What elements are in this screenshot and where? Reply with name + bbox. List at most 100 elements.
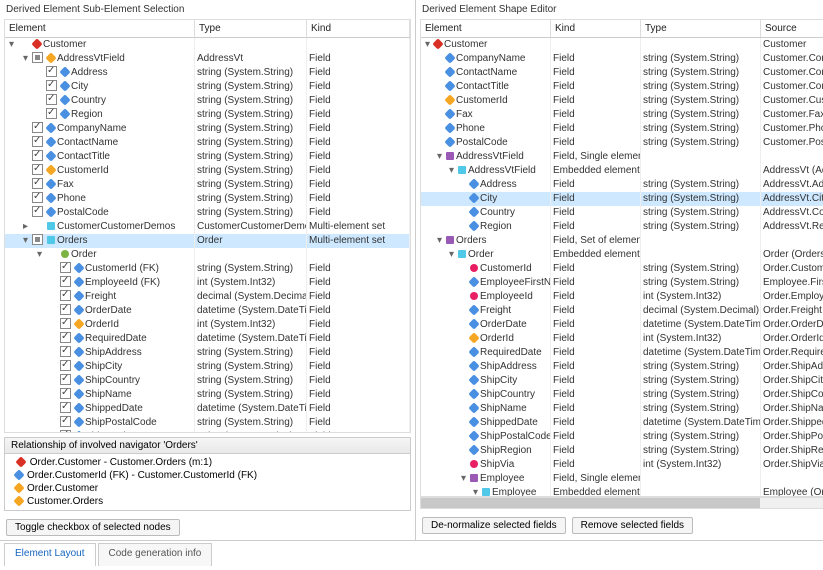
tree-row[interactable]: ContactTitlestring (System.String)Field [5,150,410,164]
tree-row[interactable]: ShipRegionstring (System.String)Field [5,430,410,433]
right-grid[interactable]: Element Kind Type Source ▾CustomerCustom… [420,19,823,497]
tree-row[interactable]: CustomerIdFieldstring (System.String)Ord… [421,262,823,276]
tree-row[interactable]: ▾OrdersField, Set of elements [421,234,823,248]
checkbox[interactable] [60,290,71,301]
tree-row[interactable]: CustomerIdstring (System.String)Field [5,164,410,178]
tree-row[interactable]: ▾EmployeeEmbedded elementEmployee (Order… [421,486,823,497]
tree-row[interactable]: ▾CustomerCustomer [421,38,823,52]
tree-row[interactable]: ContactTitleFieldstring (System.String)C… [421,80,823,94]
checkbox[interactable] [60,262,71,273]
tree-row[interactable]: RequiredDateFielddatetime (System.DateTi… [421,346,823,360]
tree-row[interactable]: OrderDatedatetime (System.DateTime)Field [5,304,410,318]
tree-row[interactable]: ▾EmployeeField, Single element [421,472,823,486]
tree-row[interactable]: ▾OrderEmbedded elementOrder (Orders) [421,248,823,262]
tree-row[interactable]: Freightdecimal (System.Decimal)Field [5,290,410,304]
tree-row[interactable]: PostalCodeFieldstring (System.String)Cus… [421,136,823,150]
col-kind[interactable]: Kind [307,20,410,37]
relation-item[interactable]: Order.CustomerId (FK) - Customer.Custome… [11,469,404,482]
col-source-r[interactable]: Source [761,20,823,37]
tree-row[interactable]: EmployeeIdFieldint (System.Int32)Order.E… [421,290,823,304]
checkbox[interactable] [32,52,43,63]
tree-row[interactable]: ▾AddressVtFieldAddressVtField [5,52,410,66]
checkbox[interactable] [32,164,43,175]
expand-icon[interactable]: ▾ [21,52,30,66]
checkbox[interactable] [46,66,57,77]
checkbox[interactable] [32,136,43,147]
checkbox[interactable] [32,192,43,203]
relation-item[interactable]: Order.Customer [11,482,404,495]
tree-row[interactable]: OrderIdint (System.Int32)Field [5,318,410,332]
expand-icon[interactable]: ▾ [471,486,480,497]
expand-icon[interactable]: ▾ [435,150,444,164]
tree-row[interactable]: ContactNameFieldstring (System.String)Cu… [421,66,823,80]
tree-row[interactable]: Phonestring (System.String)Field [5,192,410,206]
tree-row[interactable]: ShipCityFieldstring (System.String)Order… [421,374,823,388]
tree-row[interactable]: ContactNamestring (System.String)Field [5,136,410,150]
expand-icon[interactable]: ▸ [21,220,30,234]
checkbox[interactable] [32,234,43,245]
checkbox[interactable] [60,388,71,399]
tree-row[interactable]: CompanyNameFieldstring (System.String)Cu… [421,52,823,66]
checkbox[interactable] [46,80,57,91]
left-grid[interactable]: Element Type Kind ▾Customer▾AddressVtFie… [4,19,411,433]
tree-row[interactable]: ShipCountrystring (System.String)Field [5,374,410,388]
remove-fields-button[interactable]: Remove selected fields [572,517,693,534]
expand-icon[interactable]: ▾ [35,248,44,262]
tree-row[interactable]: CompanyNamestring (System.String)Field [5,122,410,136]
col-type-r[interactable]: Type [641,20,761,37]
tree-row[interactable]: Addressstring (System.String)Field [5,66,410,80]
toggle-checkbox-button[interactable]: Toggle checkbox of selected nodes [6,519,180,536]
expand-icon[interactable]: ▾ [435,234,444,248]
tree-row[interactable]: CustomerIdFieldstring (System.String)Cus… [421,94,823,108]
checkbox[interactable] [60,402,71,413]
expand-icon[interactable]: ▾ [7,38,16,52]
relation-root[interactable]: Order.Customer - Customer.Orders (m:1) [11,456,404,469]
expand-icon[interactable]: ▾ [459,472,468,486]
checkbox[interactable] [32,150,43,161]
denormalize-button[interactable]: De-normalize selected fields [422,517,566,534]
tree-row[interactable]: RequiredDatedatetime (System.DateTime)Fi… [5,332,410,346]
tree-row[interactable]: ▾OrdersOrderMulti-element set [5,234,410,248]
tree-row[interactable]: ShipCitystring (System.String)Field [5,360,410,374]
tree-row[interactable]: CityFieldstring (System.String)AddressVt… [421,192,823,206]
tree-row[interactable]: ShipAddressstring (System.String)Field [5,346,410,360]
checkbox[interactable] [32,206,43,217]
expand-icon[interactable]: ▾ [447,248,456,262]
tree-row[interactable]: ShipPostalCodeFieldstring (System.String… [421,430,823,444]
col-element[interactable]: Element [5,20,195,37]
tree-row[interactable]: FreightFielddecimal (System.Decimal)Orde… [421,304,823,318]
tree-row[interactable]: ShippedDateFielddatetime (System.DateTim… [421,416,823,430]
expand-icon[interactable]: ▾ [423,38,432,52]
checkbox[interactable] [32,178,43,189]
tree-row[interactable]: Regionstring (System.String)Field [5,108,410,122]
tree-row[interactable]: ShipPostalCodestring (System.String)Fiel… [5,416,410,430]
tree-row[interactable]: ▾AddressVtFieldField, Single element [421,150,823,164]
checkbox[interactable] [60,304,71,315]
checkbox[interactable] [60,374,71,385]
tree-row[interactable]: ▾Order [5,248,410,262]
tree-row[interactable]: Countrystring (System.String)Field [5,94,410,108]
tree-row[interactable]: ▸CustomerCustomerDemosCustomerCustomerDe… [5,220,410,234]
checkbox[interactable] [60,430,71,433]
tab-code-generation[interactable]: Code generation info [98,543,213,566]
checkbox[interactable] [46,108,57,119]
tree-row[interactable]: EmployeeId (FK)int (System.Int32)Field [5,276,410,290]
tree-row[interactable]: ShippedDatedatetime (System.DateTime)Fie… [5,402,410,416]
tree-row[interactable]: CustomerId (FK)string (System.String)Fie… [5,262,410,276]
tree-row[interactable]: OrderDateFielddatetime (System.DateTime)… [421,318,823,332]
tree-row[interactable]: PhoneFieldstring (System.String)Customer… [421,122,823,136]
checkbox[interactable] [60,360,71,371]
tree-row[interactable]: ShipViaFieldint (System.Int32)Order.Ship… [421,458,823,472]
expand-icon[interactable]: ▾ [21,234,30,248]
checkbox[interactable] [60,332,71,343]
checkbox[interactable] [46,94,57,105]
horizontal-scrollbar[interactable] [420,497,823,509]
checkbox[interactable] [60,346,71,357]
tree-row[interactable]: FaxFieldstring (System.String)Customer.F… [421,108,823,122]
expand-icon[interactable]: ▾ [447,164,456,178]
tree-row[interactable]: CountryFieldstring (System.String)Addres… [421,206,823,220]
col-type[interactable]: Type [195,20,307,37]
checkbox[interactable] [32,122,43,133]
col-kind-r[interactable]: Kind [551,20,641,37]
tree-row[interactable]: ShipNamestring (System.String)Field [5,388,410,402]
